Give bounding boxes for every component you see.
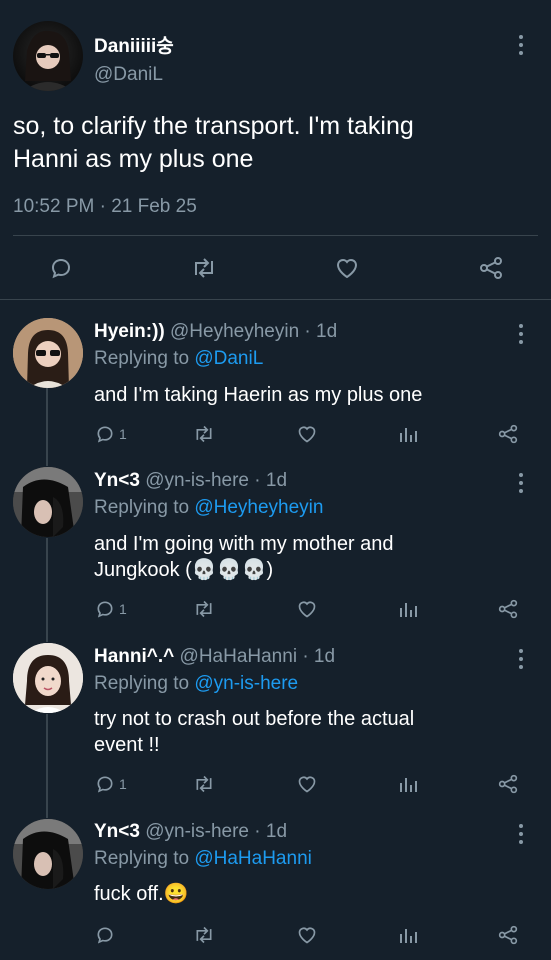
reply-icon [97, 426, 113, 443]
replying-to: Replying to @Heyheyheyin [94, 497, 323, 519]
tweet-text: fuck off.😀 [94, 881, 189, 907]
author-name[interactable]: Hanni^.^ [94, 646, 174, 667]
tweet-text-line: so, to clarify the transport. I'm taking [13, 112, 414, 140]
author-meta[interactable]: @yn-is-here · 1d [145, 821, 287, 842]
reply-button[interactable]: 1 [95, 599, 127, 619]
more-icon[interactable] [518, 324, 524, 344]
avatar[interactable] [13, 467, 83, 537]
like-icon[interactable] [334, 256, 360, 280]
divider [0, 299, 551, 300]
tweet-text: and I'm going with my mother and Jungkoo… [94, 531, 394, 583]
replying-handle-link[interactable]: @HaHaHanni [194, 848, 312, 869]
avatar[interactable] [13, 643, 83, 713]
replying-to: Replying to @DaniL [94, 348, 263, 370]
author-name[interactable]: Yn<3 [94, 470, 140, 491]
reply-count: 1 [119, 426, 127, 442]
reply-icon[interactable] [49, 256, 73, 280]
author-name[interactable]: Hyein:)) [94, 321, 165, 342]
replying-label: Replying to [94, 497, 190, 518]
reply-header: Hanni^.^ @HaHaHanni · 1d [94, 646, 335, 668]
tweet-text-line: fuck off.😀 [94, 883, 189, 905]
more-icon[interactable] [518, 473, 524, 493]
avatar[interactable] [13, 21, 83, 91]
replying-label: Replying to [94, 673, 190, 694]
views-icon[interactable] [398, 925, 418, 945]
author-meta[interactable]: @Heyheyheyin · 1d [170, 321, 337, 342]
retweet-icon[interactable] [190, 256, 218, 280]
avatar[interactable] [13, 819, 83, 889]
reply-icon [97, 927, 113, 944]
divider [13, 235, 538, 236]
tweet-text-line: try not to crash out before the actual [94, 708, 415, 730]
views-icon[interactable] [398, 424, 418, 444]
replying-to: Replying to @HaHaHanni [94, 848, 312, 870]
reply-count: 1 [119, 601, 127, 617]
reply-button[interactable]: 1 [95, 424, 127, 444]
replying-handle-link[interactable]: @yn-is-here [194, 673, 298, 694]
tweet-text: so, to clarify the transport. I'm taking… [13, 110, 414, 176]
reply-count: 1 [119, 776, 127, 792]
thread-line [46, 538, 48, 642]
more-icon[interactable] [518, 35, 524, 55]
author-meta[interactable]: @HaHaHanni · 1d [180, 646, 336, 667]
replying-handle-link[interactable]: @DaniL [194, 348, 263, 369]
views-icon[interactable] [398, 774, 418, 794]
like-icon[interactable] [296, 774, 318, 794]
retweet-icon[interactable] [192, 424, 216, 444]
reply-header: Yn<3 @yn-is-here · 1d [94, 821, 287, 843]
reply-button[interactable]: 1 [95, 774, 127, 794]
replying-to: Replying to @yn-is-here [94, 673, 298, 695]
like-icon[interactable] [296, 424, 318, 444]
share-icon[interactable] [497, 774, 519, 794]
replying-label: Replying to [94, 348, 190, 369]
reply-icon [97, 601, 113, 618]
author-name[interactable]: Daniiiii숭 [94, 31, 174, 58]
thread-line [46, 714, 48, 818]
views-icon[interactable] [398, 599, 418, 619]
author-meta[interactable]: @yn-is-here · 1d [145, 470, 287, 491]
avatar[interactable] [13, 318, 83, 388]
replying-handle-link[interactable]: @Heyheyheyin [194, 497, 323, 518]
tweet-text-line: and I'm taking Haerin as my plus one [94, 384, 423, 406]
share-icon[interactable] [497, 424, 519, 444]
reply-header: Hyein:)) @Heyheyheyin · 1d [94, 321, 337, 343]
like-icon[interactable] [296, 925, 318, 945]
replying-label: Replying to [94, 848, 190, 869]
share-icon[interactable] [478, 256, 504, 280]
tweet-text-line: and I'm going with my mother and [94, 533, 394, 555]
author-handle[interactable]: @DaniL [94, 64, 163, 86]
thread-line [46, 388, 48, 466]
reply-icon [97, 776, 113, 793]
tweet-text-line: event !! [94, 734, 160, 756]
like-icon[interactable] [296, 599, 318, 619]
retweet-icon[interactable] [192, 774, 216, 794]
tweet-text-line: Hanni as my plus one [13, 145, 254, 173]
share-icon[interactable] [497, 599, 519, 619]
tweet-text: try not to crash out before the actual e… [94, 706, 414, 758]
retweet-icon[interactable] [192, 925, 216, 945]
share-icon[interactable] [497, 925, 519, 945]
tweet-timestamp[interactable]: 10:52 PM · 21 Feb 25 [13, 196, 197, 218]
tweet-text: and I'm taking Haerin as my plus one [94, 382, 422, 408]
retweet-icon[interactable] [192, 599, 216, 619]
reply-header: Yn<3 @yn-is-here · 1d [94, 470, 287, 492]
reply-button[interactable] [95, 925, 119, 945]
more-icon[interactable] [518, 649, 524, 669]
author-name[interactable]: Yn<3 [94, 821, 140, 842]
tweet-text-line: Jungkook (💀💀💀) [94, 559, 274, 581]
more-icon[interactable] [518, 824, 524, 844]
